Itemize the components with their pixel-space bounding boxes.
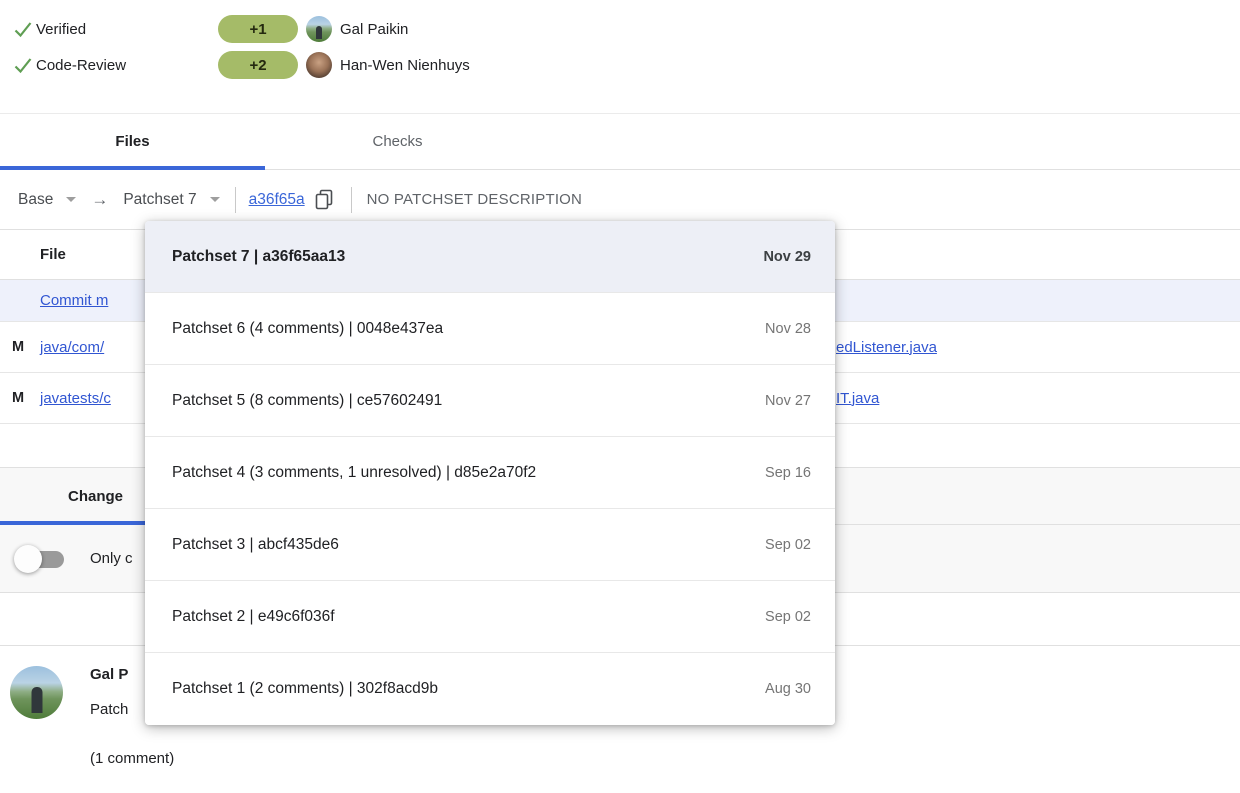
tab-checks[interactable]: Checks xyxy=(265,114,530,169)
dropdown-item-patchset-5[interactable]: Patchset 5 (8 comments) | ce57602491 Nov… xyxy=(145,365,835,437)
arrow-right-icon: → xyxy=(91,190,108,210)
file-status: M xyxy=(12,390,24,406)
chevron-down-icon[interactable] xyxy=(66,197,76,202)
tab-files[interactable]: Files xyxy=(0,114,265,169)
file-link-fragment[interactable]: edListener.java xyxy=(836,339,937,356)
file-column-header: File xyxy=(40,246,66,263)
only-comments-toggle[interactable] xyxy=(14,545,66,573)
dropdown-item-patchset-3[interactable]: Patchset 3 | abcf435de6 Sep 02 xyxy=(145,509,835,581)
dropdown-item-patchset-1[interactable]: Patchset 1 (2 comments) | 302f8acd9b Aug… xyxy=(145,653,835,725)
patchset-selector[interactable]: Patchset 7 xyxy=(123,191,196,209)
primary-tabbar: Files Checks xyxy=(0,113,1240,170)
check-icon xyxy=(12,54,34,76)
voter-name: Han-Wen Nienhuys xyxy=(340,57,470,74)
check-icon xyxy=(12,18,34,40)
dropdown-item-patchset-4[interactable]: Patchset 4 (3 comments, 1 unresolved) | … xyxy=(145,437,835,509)
comment-count[interactable]: (1 comment) xyxy=(90,750,174,767)
tab-change-log[interactable]: Change xyxy=(68,468,123,524)
gerrit-change-page: Verified +1 Gal Paikin Code-Review +2 Ha… xyxy=(0,0,1240,793)
dropdown-item-patchset-7[interactable]: Patchset 7 | a36f65aa13 Nov 29 xyxy=(145,221,835,293)
voter-name: Gal Paikin xyxy=(340,21,408,38)
avatar xyxy=(306,52,332,78)
label-name: Code-Review xyxy=(34,57,218,74)
dropdown-item-patchset-2[interactable]: Patchset 2 | e49c6f036f Sep 02 xyxy=(145,581,835,653)
base-selector[interactable]: Base xyxy=(18,191,53,209)
label-name: Verified xyxy=(34,21,218,38)
chevron-down-icon[interactable] xyxy=(210,197,220,202)
divider xyxy=(351,187,352,213)
vote-badge: +1 xyxy=(218,15,298,43)
vote-row-code-review: Code-Review +2 Han-Wen Nienhuys xyxy=(12,51,470,79)
vote-row-verified: Verified +1 Gal Paikin xyxy=(12,15,408,43)
file-status: M xyxy=(12,339,24,355)
comment-author: Gal P xyxy=(90,666,128,683)
commit-sha-link[interactable]: a36f65a xyxy=(249,191,305,209)
comment-snippet: Patch xyxy=(90,701,128,718)
vote-badge: +2 xyxy=(218,51,298,79)
patchset-dropdown-menu: Patchset 7 | a36f65aa13 Nov 29 Patchset … xyxy=(145,221,835,725)
avatar xyxy=(306,16,332,42)
copy-icon[interactable] xyxy=(314,188,336,212)
file-link-fragment[interactable]: IT.java xyxy=(836,390,879,407)
file-link[interactable]: Commit m xyxy=(40,292,108,309)
toggle-knob[interactable] xyxy=(14,545,42,573)
file-link[interactable]: javatests/c xyxy=(40,390,111,407)
divider xyxy=(235,187,236,213)
patchset-description: NO PATCHSET DESCRIPTION xyxy=(367,191,582,208)
avatar xyxy=(10,666,63,719)
toggle-label: Only c xyxy=(90,550,133,567)
dropdown-item-patchset-6[interactable]: Patchset 6 (4 comments) | 0048e437ea Nov… xyxy=(145,293,835,365)
file-link[interactable]: java/com/ xyxy=(40,339,104,356)
